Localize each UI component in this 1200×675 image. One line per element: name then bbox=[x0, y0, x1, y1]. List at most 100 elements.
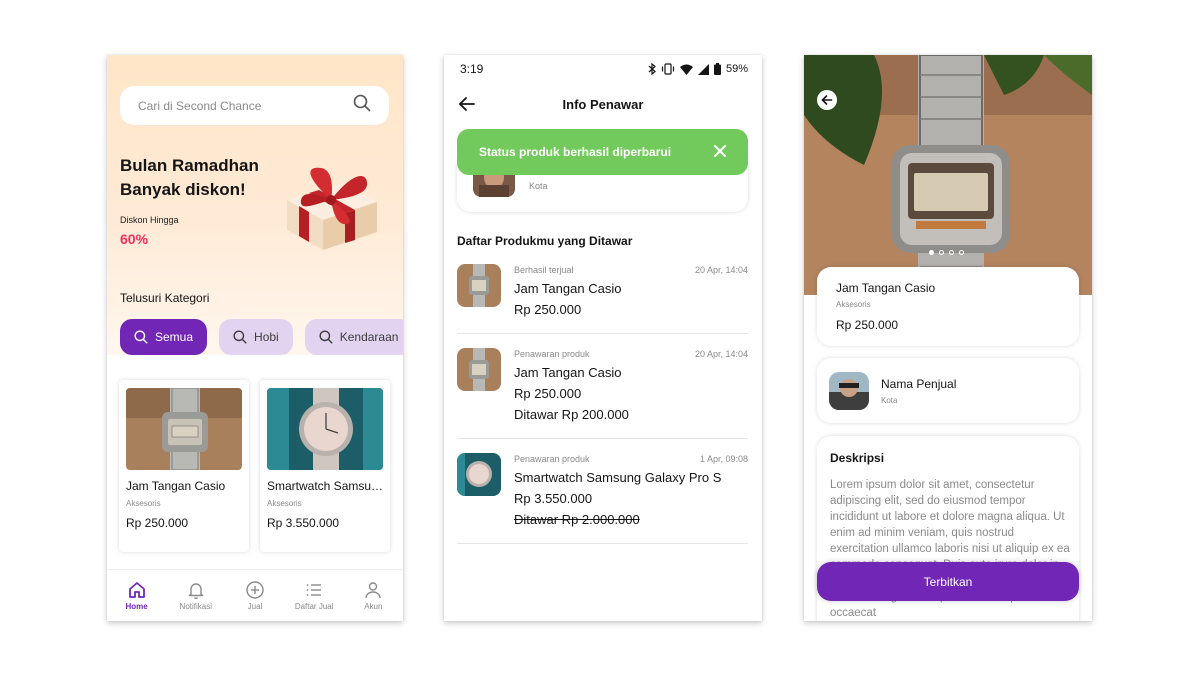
category-section-title: Telusuri Kategori bbox=[120, 291, 210, 305]
offer-status-label: Penawaran produk bbox=[514, 349, 590, 359]
promo-discount-label: Diskon Hingga bbox=[120, 215, 179, 225]
seller-card[interactable]: Nama Penjual Kota bbox=[817, 358, 1079, 423]
product-name: Jam Tangan Casio bbox=[836, 281, 936, 295]
home-icon bbox=[128, 582, 145, 598]
product-detail-screen: Jam Tangan Casio Aksesoris Rp 250.000 Na… bbox=[804, 55, 1092, 621]
offer-date: 20 Apr, 14:04 bbox=[694, 349, 748, 359]
category-chips: Semua Hobi Kendaraan bbox=[120, 319, 403, 355]
plus-circle-icon bbox=[246, 581, 264, 599]
offer-amount: Ditawar Rp 2.000.000 bbox=[514, 512, 640, 527]
product-card[interactable]: Smartwatch Samsung Galaxy Pro S Aksesori… bbox=[260, 380, 390, 552]
nav-label: Akun bbox=[364, 602, 383, 611]
user-icon bbox=[365, 582, 382, 599]
signal-icon bbox=[697, 63, 709, 75]
carousel-dot[interactable] bbox=[949, 250, 954, 255]
category-chip-label: Hobi bbox=[254, 330, 279, 344]
product-card[interactable]: Jam Tangan Casio Aksesoris Rp 250.000 bbox=[119, 380, 249, 552]
product-price: Rp 250.000 bbox=[126, 516, 189, 530]
success-toast: Status produk berhasil diperbarui bbox=[457, 129, 748, 175]
seller-name: Nama Penjual bbox=[881, 377, 957, 391]
status-icons: 59% bbox=[648, 63, 748, 75]
product-name: Jam Tangan Casio bbox=[126, 479, 226, 493]
category-chip-semua[interactable]: Semua bbox=[120, 319, 208, 355]
bottom-navigation: Home Notifikasi Jual Daftar Jual Akun bbox=[107, 569, 403, 621]
category-chip-kendaraan[interactable]: Kendaraan bbox=[304, 319, 403, 355]
offer-product-price: Rp 250.000 bbox=[514, 302, 582, 317]
offer-amount: Ditawar Rp 200.000 bbox=[514, 407, 629, 422]
category-chip-label: Semua bbox=[155, 330, 194, 344]
offer-product-price: Rp 250.000 bbox=[514, 386, 582, 401]
search-icon[interactable] bbox=[353, 94, 371, 117]
product-category: Aksesoris bbox=[267, 499, 302, 508]
home-screen: Cari di Second Chance Bulan Ramadhan Ban… bbox=[107, 55, 403, 621]
wifi-icon bbox=[679, 64, 693, 75]
product-category: Aksesoris bbox=[126, 499, 161, 508]
offer-date: 20 Apr, 14:04 bbox=[694, 265, 748, 275]
offer-status-label: Penawaran produk bbox=[514, 454, 590, 464]
gift-box-icon bbox=[287, 167, 377, 250]
offer-product-price: Rp 3.550.000 bbox=[514, 491, 593, 506]
description-title: Deskripsi bbox=[830, 451, 885, 465]
buyer-city: Kota bbox=[529, 181, 548, 191]
product-price: Rp 3.550.000 bbox=[267, 516, 340, 530]
carousel-dot[interactable] bbox=[959, 250, 964, 255]
product-price: Rp 250.000 bbox=[836, 318, 899, 332]
bell-icon bbox=[188, 583, 203, 599]
nav-label: Home bbox=[125, 602, 148, 611]
battery-level: 59% bbox=[725, 63, 748, 75]
battery-icon bbox=[713, 63, 721, 75]
nav-label: Daftar Jual bbox=[294, 602, 334, 611]
publish-button[interactable]: Terbitkan bbox=[817, 562, 1079, 601]
carousel-indicator bbox=[929, 250, 964, 255]
category-chip-label: Kendaraan bbox=[339, 330, 399, 344]
nav-daftar-jual[interactable]: Daftar Jual bbox=[286, 580, 342, 611]
product-image-casio bbox=[126, 388, 242, 470]
vibrate-icon bbox=[661, 63, 675, 75]
back-arrow-icon[interactable] bbox=[817, 90, 837, 110]
nav-home[interactable]: Home bbox=[109, 580, 165, 611]
search-icon bbox=[233, 330, 247, 344]
offer-product-name: Jam Tangan Casio bbox=[514, 365, 622, 380]
toast-message: Status produk berhasil diperbarui bbox=[479, 145, 672, 159]
nav-label: Notifikasi bbox=[179, 602, 212, 611]
offer-product-thumbnail bbox=[457, 348, 501, 391]
search-bar[interactable]: Cari di Second Chance bbox=[120, 86, 389, 125]
close-icon[interactable] bbox=[714, 144, 726, 160]
promo-title: Bulan Ramadhan Banyak diskon! bbox=[120, 156, 259, 199]
category-chip-hobi[interactable]: Hobi bbox=[219, 319, 293, 355]
carousel-dot[interactable] bbox=[939, 250, 944, 255]
product-image-smartwatch bbox=[267, 388, 383, 470]
offer-list-title: Daftar Produkmu yang Ditawar bbox=[457, 234, 633, 248]
top-bar: Info Penawar bbox=[444, 91, 762, 119]
seller-city: Kota bbox=[881, 396, 898, 405]
offer-info-screen: 3:19 59% Info Penawar Kota Status produk… bbox=[444, 55, 762, 621]
search-input[interactable]: Cari di Second Chance bbox=[138, 99, 353, 113]
product-photo bbox=[804, 55, 1092, 295]
search-icon bbox=[319, 330, 333, 344]
status-bar: 3:19 59% bbox=[444, 55, 762, 83]
nav-akun[interactable]: Akun bbox=[345, 580, 401, 611]
offer-list-item[interactable]: Penawaran produk 1 Apr, 09:08 Smartwatch… bbox=[457, 453, 748, 544]
nav-notifikasi[interactable]: Notifikasi bbox=[168, 580, 224, 611]
product-name: Smartwatch Samsung Galaxy Pro S bbox=[267, 479, 385, 493]
status-time: 3:19 bbox=[460, 62, 484, 76]
offer-product-name: Jam Tangan Casio bbox=[514, 281, 622, 296]
offer-list-item[interactable]: Berhasil terjual 20 Apr, 14:04 Jam Tanga… bbox=[457, 264, 748, 334]
offer-product-thumbnail bbox=[457, 453, 501, 496]
nav-label: Jual bbox=[247, 602, 263, 611]
offer-status-label: Berhasil terjual bbox=[514, 265, 574, 275]
seller-avatar bbox=[829, 372, 869, 410]
carousel-dot[interactable] bbox=[929, 250, 934, 255]
offer-product-name: Smartwatch Samsung Galaxy Pro S bbox=[514, 470, 722, 485]
list-icon bbox=[306, 584, 322, 596]
promo-discount-value: 60% bbox=[120, 231, 149, 247]
offer-list-item[interactable]: Penawaran produk 20 Apr, 14:04 Jam Tanga… bbox=[457, 348, 748, 439]
hero-banner: Cari di Second Chance Bulan Ramadhan Ban… bbox=[107, 55, 403, 355]
search-icon bbox=[134, 330, 148, 344]
offer-product-thumbnail bbox=[457, 264, 501, 307]
bluetooth-icon bbox=[648, 63, 656, 75]
offer-date: 1 Apr, 09:08 bbox=[699, 454, 748, 464]
product-category: Aksesoris bbox=[836, 300, 871, 309]
nav-jual[interactable]: Jual bbox=[227, 580, 283, 611]
page-title: Info Penawar bbox=[562, 97, 644, 112]
